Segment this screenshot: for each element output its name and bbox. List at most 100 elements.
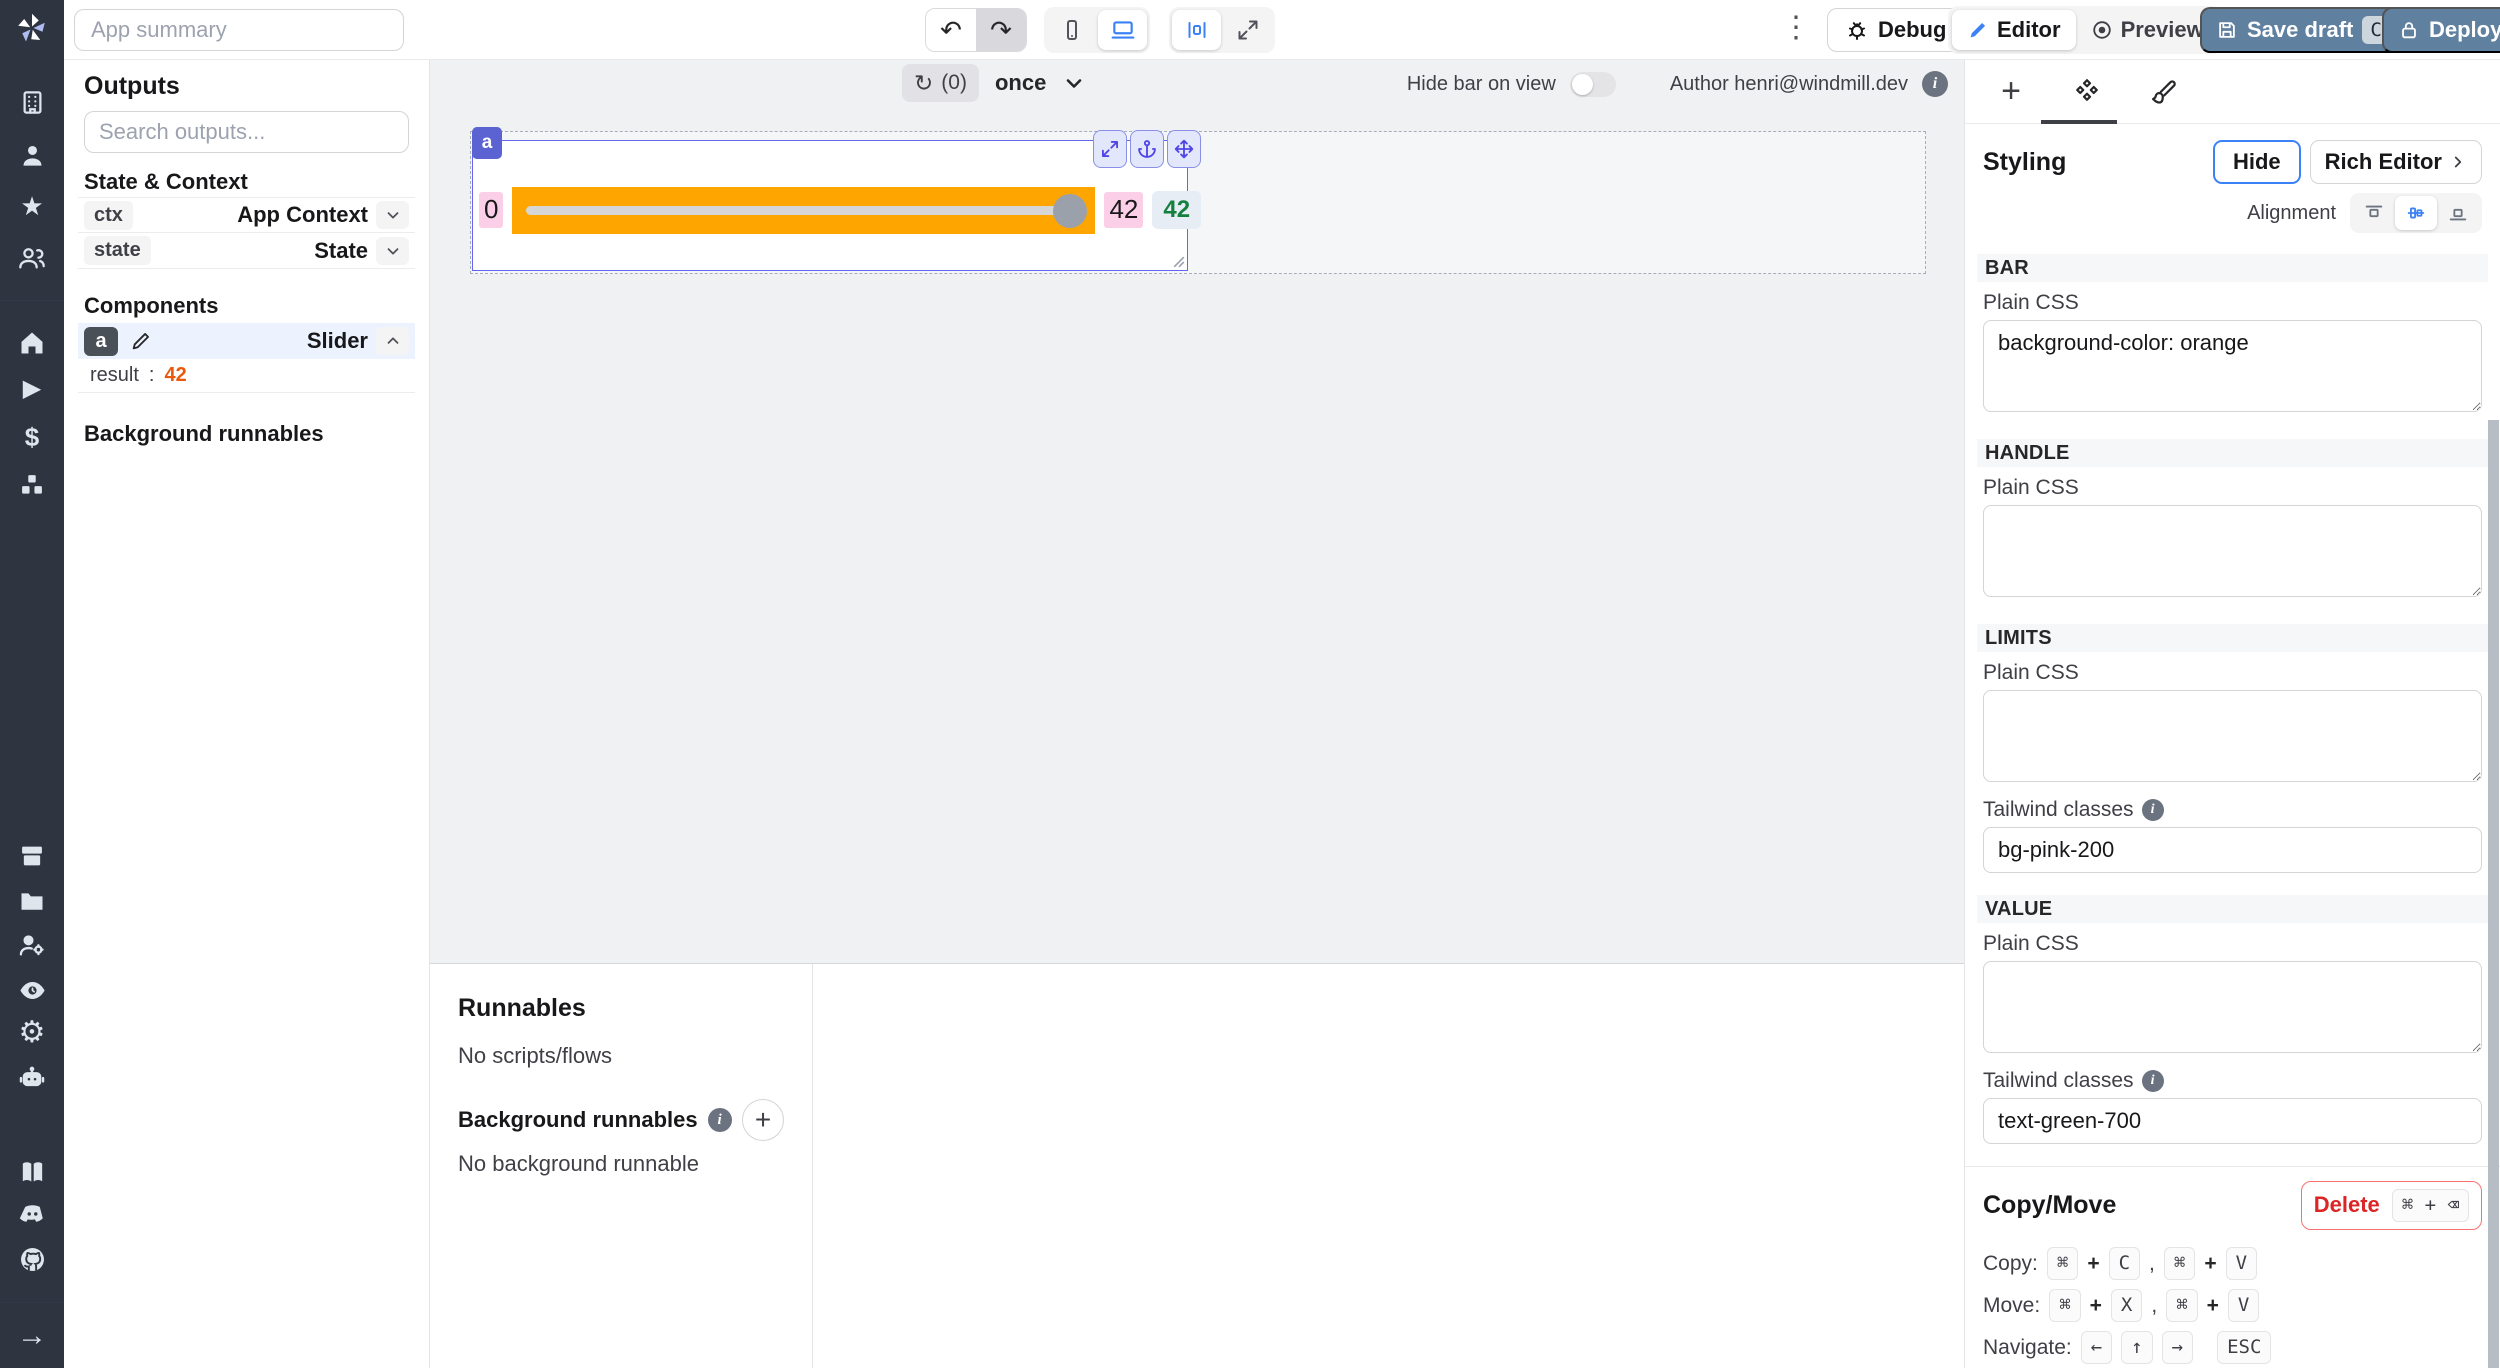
ctx-row[interactable]: ctx App Context [78,197,415,233]
expand-icon [1100,139,1120,159]
add-background-runnable-button[interactable]: + [742,1099,784,1141]
scrollbar-thumb[interactable] [2488,420,2499,1368]
runnables-left-column: Runnables No scripts/flows Background ru… [430,964,813,1368]
fullscreen-button[interactable] [1223,10,1272,50]
outputs-title: Outputs [84,72,409,101]
tab-preview[interactable]: Preview [2076,10,2219,50]
move-label: Move: [1983,1294,2040,1318]
result-row[interactable]: result : 42 [78,359,415,393]
state-expand-button[interactable] [376,237,409,265]
state-row[interactable]: state State [78,233,415,269]
align-top-button[interactable] [2353,196,2395,230]
limits-plain-css-input[interactable] [1983,690,2482,782]
value-plain-css-label: Plain CSS [1983,931,2482,957]
user-cog-icon[interactable] [0,925,64,965]
resize-handle[interactable] [1173,256,1185,268]
edit-pencil-icon[interactable] [130,330,152,352]
more-menu-button[interactable]: ⋮ [1781,13,1811,43]
book-icon[interactable] [0,1152,64,1192]
align-bottom-button[interactable] [2437,196,2479,230]
gear-icon[interactable]: ⚙ [0,1013,64,1053]
cmd-key: ⌘ [2047,1247,2078,1280]
windmill-logo[interactable] [0,8,64,48]
limits-tailwind-input[interactable] [1983,827,2482,873]
github-icon[interactable] [0,1239,64,1279]
divider [1965,1166,2500,1167]
hide-bar-toggle[interactable] [1570,72,1616,97]
tab-editor[interactable]: Editor [1952,10,2076,50]
dollar-icon[interactable]: $ [0,417,64,457]
arrow-right-icon[interactable]: → [0,1316,64,1356]
play-icon[interactable]: ▶ [0,369,64,409]
plus-icon: + [2001,72,2021,111]
cubes-icon[interactable] [0,465,64,505]
value-tailwind-input[interactable] [1983,1098,2482,1144]
building-icon[interactable] [0,82,64,122]
hide-button[interactable]: Hide [2213,140,2301,184]
component-collapse-button[interactable] [376,327,409,355]
slider-bar[interactable] [512,187,1095,234]
archive-icon[interactable] [0,836,64,876]
paintbrush-icon [2149,78,2177,106]
limits-plain-css-label: Plain CSS [1983,660,2482,686]
c-key: C [2109,1247,2140,1280]
rail-divider [0,1302,64,1303]
x-key: X [2111,1289,2142,1322]
eye-icon[interactable] [0,970,64,1010]
chevron-down-icon[interactable] [1062,71,1086,95]
no-scripts-label: No scripts/flows [458,1043,784,1069]
star-icon[interactable]: ★ [0,186,64,226]
hide-bar-label: Hide bar on view [1407,73,1556,96]
ctx-expand-button[interactable] [376,201,409,229]
anchor-icon [1137,139,1157,159]
chevron-right-icon [2449,153,2467,171]
canvas[interactable]: ↻ (0) once Hide bar on view Author henri… [430,60,1964,963]
align-center-button[interactable] [2395,196,2437,230]
deploy-button[interactable]: Deploy [2382,7,2500,53]
folder-icon[interactable] [0,881,64,921]
mobile-view-button[interactable] [1047,10,1096,50]
info-icon[interactable]: i [2142,799,2164,821]
tab-styling[interactable] [2125,60,2201,124]
user-group-icon[interactable] [0,238,64,278]
discord-icon[interactable] [0,1193,64,1233]
slider-min-limit: 0 [479,192,503,227]
user-icon[interactable] [0,135,64,175]
info-icon[interactable]: i [708,1108,732,1132]
center-content-button[interactable] [1172,10,1221,50]
handle-plain-css-input[interactable] [1983,505,2482,597]
rich-editor-button[interactable]: Rich Editor [2310,140,2482,184]
anchor-component-button[interactable] [1130,130,1164,168]
component-a-row[interactable]: a Slider [78,323,415,359]
slider-track[interactable] [526,206,1081,215]
info-icon[interactable]: i [2142,1070,2164,1092]
home-icon[interactable] [0,323,64,363]
refresh-button[interactable]: ↻ (0) [902,64,979,102]
redo-button[interactable]: ↷ [976,9,1026,51]
save-icon [2216,19,2238,41]
desktop-view-button[interactable] [1098,10,1147,50]
schedule-select-label[interactable]: once [995,70,1046,96]
delete-button[interactable]: Delete ⌘ + ⌫ [2301,1181,2482,1230]
robot-icon[interactable] [0,1058,64,1098]
copy-shortcut-row: Copy: ⌘ + C , ⌘ + V [1983,1246,2482,1282]
component-badge[interactable]: a [472,127,502,159]
info-icon[interactable]: i [1922,71,1948,97]
tab-add-component[interactable]: + [1973,60,2049,124]
dots-vertical-icon: ⋮ [1781,11,1811,44]
tab-component-settings[interactable] [2049,60,2125,124]
center-align-icon [1185,18,1209,42]
bar-plain-css-input[interactable]: background-color: orange [1983,320,2482,412]
value-plain-css-input[interactable] [1983,961,2482,1053]
slider-handle[interactable] [1053,194,1087,228]
undo-button[interactable]: ↶ [926,9,976,51]
right-arrow-key: → [2162,1331,2193,1364]
app-summary-input[interactable] [74,9,404,51]
value-tailwind-label: Tailwind classes [1983,1069,2134,1093]
expand-component-button[interactable] [1093,130,1127,168]
component-icon [2072,77,2102,107]
slider-component[interactable]: 0 42 42 [472,140,1188,271]
move-shortcut-row: Move: ⌘ + X , ⌘ + V [1983,1288,2482,1324]
search-outputs-input[interactable] [84,111,409,153]
move-component-button[interactable] [1167,130,1201,168]
